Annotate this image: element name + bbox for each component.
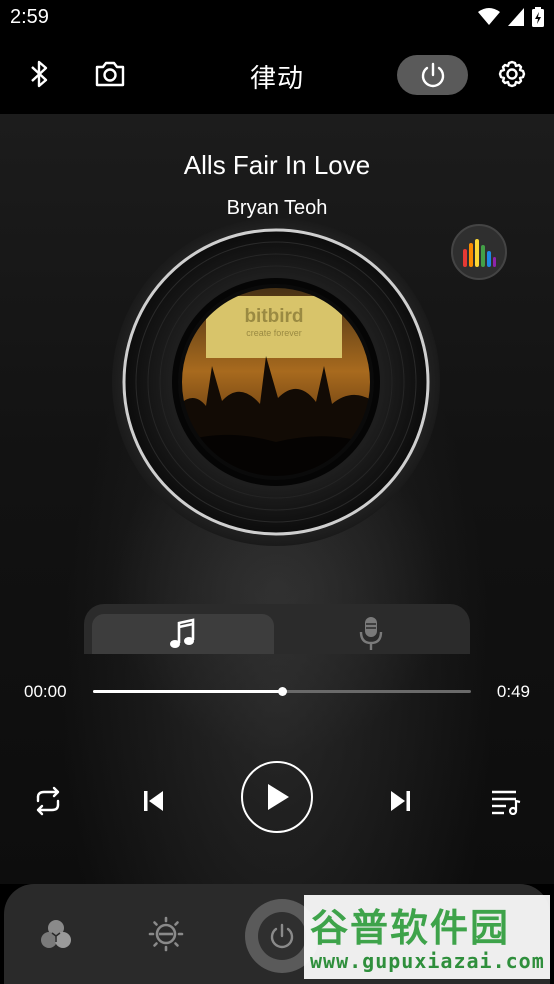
progress-row: 00:00 0:49 xyxy=(0,674,554,710)
nav-power-icon xyxy=(270,923,294,949)
equalizer-button[interactable] xyxy=(451,224,507,280)
play-button[interactable] xyxy=(241,761,313,833)
playlist-button[interactable] xyxy=(484,779,528,823)
settings-button[interactable] xyxy=(492,54,532,94)
wifi-icon xyxy=(478,8,500,25)
vinyl-record-graphic: bitbird create forever xyxy=(112,218,440,546)
next-button[interactable] xyxy=(378,779,422,823)
watermark-url: www.gupuxiazai.com xyxy=(310,949,545,973)
cover-tagline: create forever xyxy=(246,328,302,338)
status-icons xyxy=(478,7,544,27)
music-note-icon xyxy=(170,618,195,648)
total-time: 0:49 xyxy=(496,682,530,701)
app-title: 律动 xyxy=(249,63,304,93)
nav-color-mix[interactable] xyxy=(36,914,76,954)
seek-bar-fill xyxy=(93,690,282,693)
status-bar: 2:59 xyxy=(0,0,554,36)
previous-icon xyxy=(144,791,163,811)
battery-icon xyxy=(532,7,544,27)
cover-logo-text: bitbird xyxy=(244,306,303,327)
color-mix-icon xyxy=(41,920,71,948)
tab-music-mode[interactable] xyxy=(92,614,274,654)
song-title: Alls Fair In Love xyxy=(183,150,371,180)
nav-power-inner xyxy=(258,912,306,960)
gear-icon xyxy=(498,60,526,88)
power-toggle-button[interactable] xyxy=(397,55,468,95)
play-icon xyxy=(268,784,289,810)
top-bar: 律动 xyxy=(0,36,554,114)
nav-brightness[interactable] xyxy=(146,914,186,954)
player-area: Alls Fair In Love Bryan Teoh bitbird cre… xyxy=(0,114,554,884)
signal-icon xyxy=(508,8,524,26)
playback-controls xyxy=(0,759,554,839)
mode-switcher xyxy=(84,604,470,654)
current-time: 00:00 xyxy=(24,682,67,701)
seek-thumb[interactable] xyxy=(278,687,287,696)
repeat-icon xyxy=(36,786,60,816)
vinyl-record[interactable]: bitbird create forever xyxy=(110,216,442,548)
next-icon xyxy=(391,791,410,811)
brightness-icon xyxy=(148,916,184,952)
microphone-icon xyxy=(359,617,383,650)
watermark: 谷普软件园 www.gupuxiazai.com xyxy=(304,895,550,979)
watermark-brand: 谷普软件园 xyxy=(310,906,511,950)
tab-microphone-mode[interactable] xyxy=(280,614,462,654)
playlist-icon xyxy=(492,790,521,815)
power-icon xyxy=(421,62,444,88)
seek-bar[interactable] xyxy=(93,687,471,696)
status-time: 2:59 xyxy=(10,6,49,28)
previous-button[interactable] xyxy=(132,779,176,823)
equalizer-icon xyxy=(463,239,496,267)
repeat-button[interactable] xyxy=(26,779,70,823)
